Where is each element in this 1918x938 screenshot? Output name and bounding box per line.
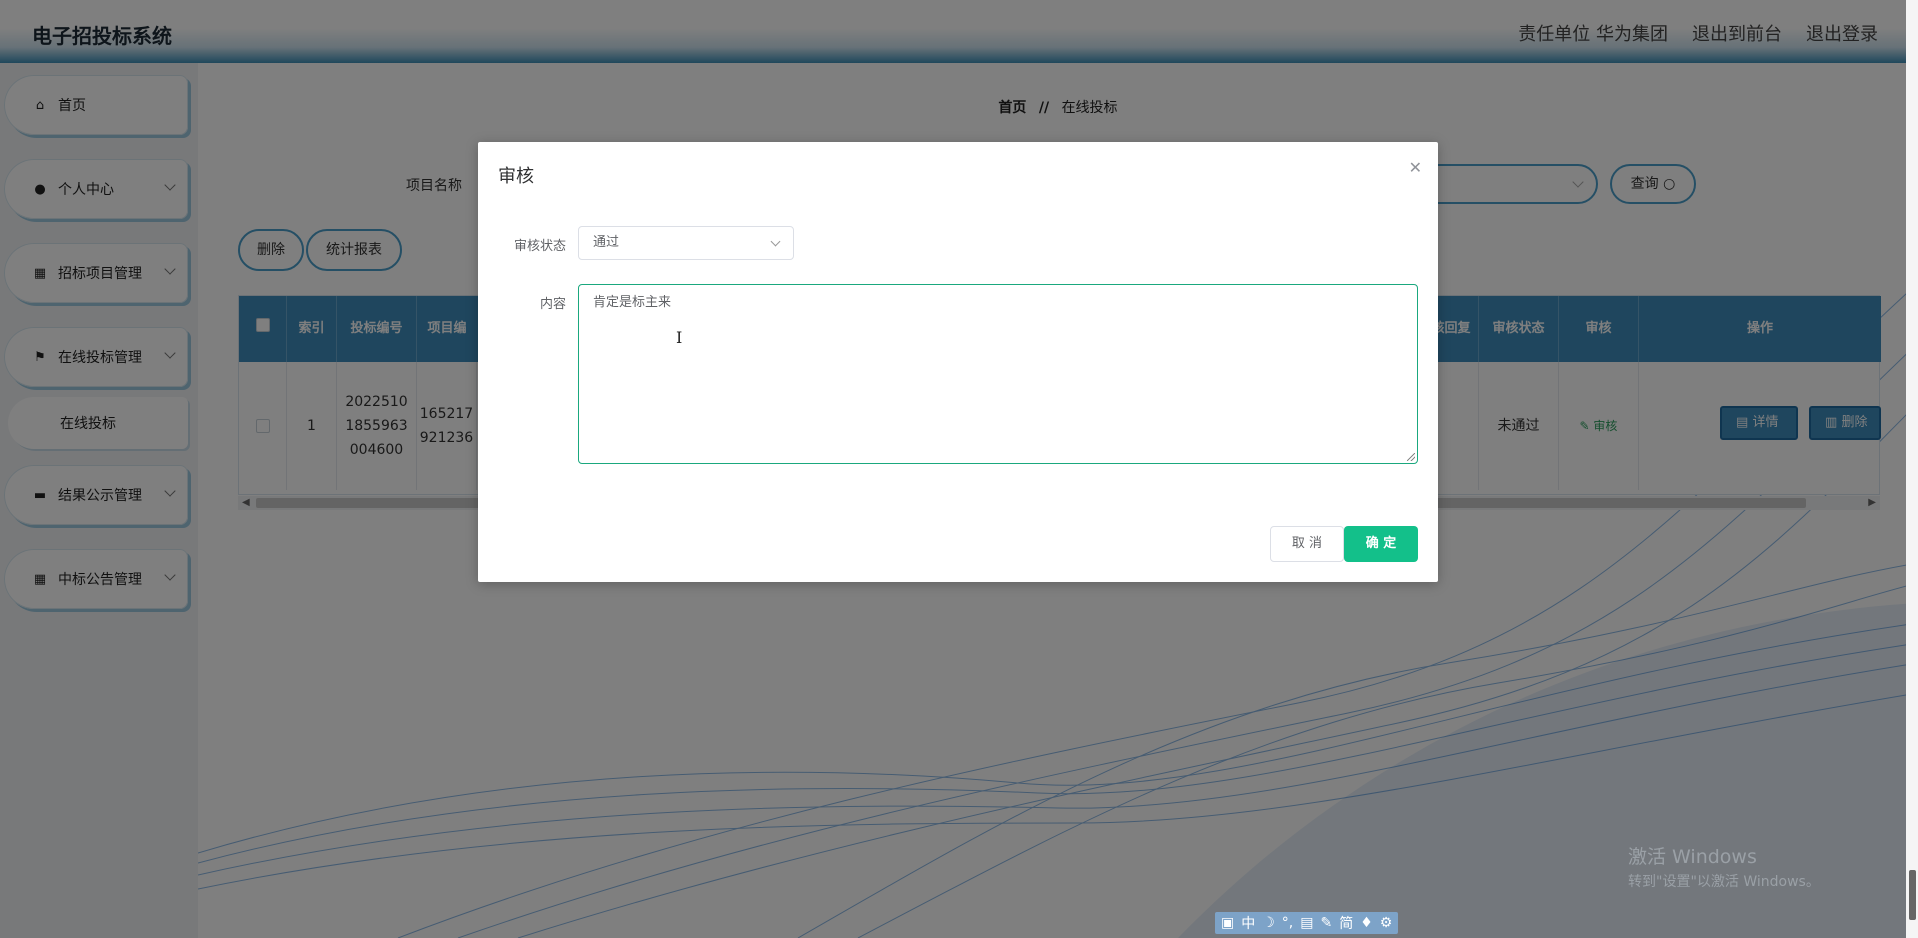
ime-language-toggle[interactable]: 中 — [1241, 913, 1255, 933]
page-scrollbar-thumb[interactable] — [1909, 870, 1916, 920]
audit-status-select[interactable]: 通过 — [578, 226, 794, 260]
content-label: 内容 — [539, 297, 566, 312]
ime-punctuation-icon[interactable]: °, — [1282, 915, 1293, 931]
confirm-button[interactable]: 确 定 — [1344, 526, 1418, 562]
ime-simplified-toggle[interactable]: 简 — [1339, 913, 1353, 933]
watermark-subtitle: 转到"设置"以激活 Windows。 — [1628, 874, 1820, 890]
dialog-title: 审核 — [498, 166, 534, 187]
audit-status-label: 审核状态 — [513, 239, 566, 254]
close-icon[interactable]: ✕ — [1409, 158, 1422, 177]
content-text: 肯定是标主来 — [593, 295, 672, 310]
page-scrollbar-track[interactable] — [1906, 0, 1918, 938]
ime-settings-icon[interactable]: ⚙ — [1380, 915, 1393, 931]
audit-status-value: 通过 — [593, 235, 620, 250]
resize-handle-icon[interactable] — [1407, 453, 1415, 461]
watermark-title: 激活 Windows — [1628, 846, 1757, 868]
audit-dialog: 审核 ✕ 审核状态 通过 内容 肯定是标主来 I 取 消 确 定 — [478, 142, 1438, 582]
text-cursor-icon: I — [676, 328, 683, 347]
ime-skin-icon[interactable]: ♦ — [1360, 915, 1373, 931]
ime-logo-icon[interactable]: ▣ — [1221, 915, 1234, 931]
ime-keyboard-icon[interactable]: ▤ — [1300, 915, 1313, 931]
windows-activation-watermark: 激活 Windows 转到"设置"以激活 Windows。 — [1628, 842, 1820, 891]
content-textarea[interactable]: 肯定是标主来 — [578, 284, 1418, 464]
cancel-button[interactable]: 取 消 — [1270, 526, 1344, 562]
ime-pen-icon[interactable]: ✎ — [1320, 915, 1332, 931]
ime-moon-icon[interactable]: ☽ — [1262, 915, 1275, 931]
ime-toolbar[interactable]: ▣ 中 ☽ °, ▤ ✎ 简 ♦ ⚙ — [1215, 912, 1399, 934]
chevron-down-icon — [770, 236, 781, 247]
